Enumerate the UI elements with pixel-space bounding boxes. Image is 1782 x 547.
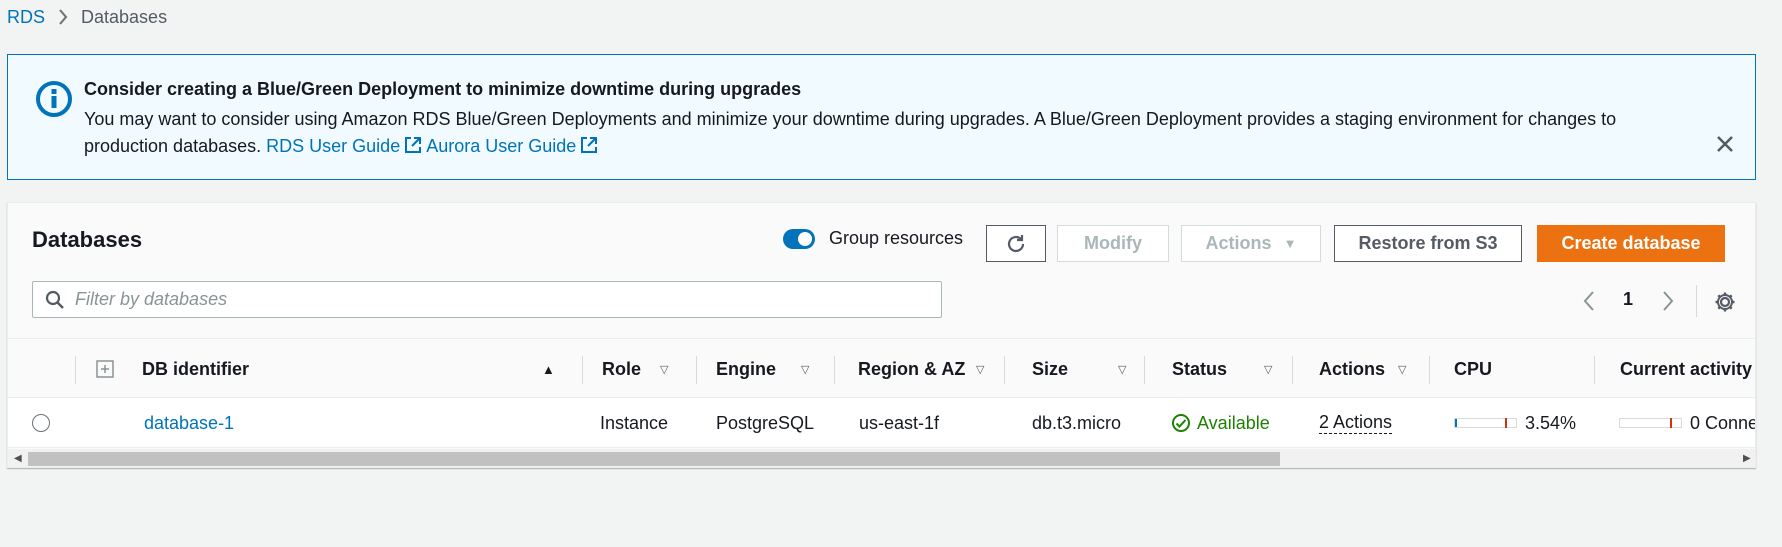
- aurora-user-guide-link[interactable]: Aurora User Guide: [426, 136, 602, 156]
- next-page-icon[interactable]: [1660, 289, 1676, 313]
- row-radio-button[interactable]: [32, 414, 50, 432]
- actions-label: Actions: [1205, 233, 1272, 253]
- table-row[interactable]: database-1 Instance PostgreSQL us-east-1…: [8, 398, 1755, 448]
- settings-gear-icon[interactable]: [1714, 291, 1736, 313]
- current-activity-cell: 0 Connec: [1619, 398, 1755, 448]
- chevron-right-icon: [45, 9, 81, 25]
- info-icon: [36, 81, 72, 117]
- role-header-label: Role: [602, 358, 642, 379]
- sort-icon[interactable]: ▽: [801, 363, 809, 376]
- status-header-label: Status: [1172, 358, 1228, 379]
- sort-ascending-icon[interactable]: ▲: [542, 362, 555, 377]
- column-header-status[interactable]: Status ▽: [1172, 339, 1282, 399]
- db-identifier-cell: database-1: [144, 398, 234, 448]
- breadcrumb-rds-link[interactable]: RDS: [7, 7, 45, 28]
- info-banner: Consider creating a Blue/Green Deploymen…: [7, 54, 1756, 180]
- row-actions-link[interactable]: 2 Actions: [1319, 412, 1393, 434]
- current-activity-header-label: Current activity: [1620, 358, 1753, 379]
- cpu-meter: [1454, 418, 1517, 428]
- panel-title: Databases: [32, 227, 143, 252]
- current-activity-value: 0 Connec: [1690, 412, 1755, 433]
- previous-page-icon[interactable]: [1581, 289, 1597, 313]
- banner-body: You may want to consider using Amazon RD…: [84, 106, 1644, 160]
- actions-cell: 2 Actions: [1319, 398, 1393, 448]
- check-circle-icon: [1172, 414, 1190, 432]
- sort-icon[interactable]: ▽: [1398, 363, 1406, 376]
- cpu-meter-fill: [1455, 419, 1457, 427]
- external-link-icon: [581, 137, 598, 153]
- page-number[interactable]: 1: [1623, 289, 1633, 310]
- table-header: DB identifier ▲ Role ▽ Engine ▽ Region &…: [8, 338, 1755, 399]
- db-identifier-link[interactable]: database-1: [144, 413, 234, 434]
- toggle-switch[interactable]: [783, 228, 815, 249]
- sort-icon[interactable]: ▽: [976, 363, 984, 376]
- status-badge: Available: [1171, 413, 1270, 434]
- region-cell: us-east-1f: [859, 412, 940, 433]
- create-database-button[interactable]: Create database: [1537, 225, 1725, 262]
- pager-divider: [1696, 285, 1697, 317]
- column-divider: [1429, 356, 1430, 384]
- column-header-size[interactable]: Size ▽: [1032, 339, 1132, 399]
- column-header-cpu[interactable]: CPU: [1454, 339, 1554, 399]
- horizontal-scrollbar[interactable]: ◀ ▶: [8, 449, 1755, 467]
- status-cell: Available: [1171, 398, 1270, 448]
- scroll-right-icon[interactable]: ▶: [1743, 453, 1751, 464]
- cpu-cell: 3.54%: [1454, 398, 1576, 448]
- modify-button[interactable]: Modify: [1057, 225, 1169, 262]
- caret-down-icon: ▼: [1283, 236, 1297, 251]
- column-divider: [696, 356, 697, 384]
- status-text: Available: [1197, 412, 1270, 433]
- size-cell: db.t3.micro: [1032, 412, 1122, 433]
- column-divider: [1594, 356, 1595, 384]
- search-box: [32, 281, 942, 318]
- refresh-button[interactable]: [986, 225, 1046, 262]
- engine-header-label: Engine: [716, 358, 777, 379]
- sort-icon[interactable]: ▽: [660, 363, 668, 376]
- column-divider: [1144, 356, 1145, 384]
- search-icon: [45, 290, 64, 309]
- role-cell: Instance: [600, 412, 669, 433]
- column-header-actions[interactable]: Actions ▽: [1319, 339, 1429, 399]
- scroll-left-icon[interactable]: ◀: [14, 453, 22, 464]
- size-header-label: Size: [1032, 358, 1069, 379]
- databases-panel: Databases Group resources Modify Actions…: [7, 202, 1756, 468]
- column-divider: [1292, 356, 1293, 384]
- column-divider: [1004, 356, 1005, 384]
- banner-title: Consider creating a Blue/Green Deploymen…: [84, 79, 802, 99]
- close-icon[interactable]: [1714, 133, 1736, 155]
- region-header-label: Region & AZ: [858, 358, 966, 379]
- filter-databases-input[interactable]: [75, 289, 915, 310]
- rds-user-guide-link[interactable]: RDS User Guide: [266, 136, 426, 156]
- breadcrumb: RDS Databases: [7, 5, 167, 29]
- sort-icon[interactable]: ▽: [1118, 363, 1126, 376]
- activity-meter: [1619, 418, 1682, 428]
- external-link-icon: [405, 137, 422, 153]
- group-resources-label: Group resources: [829, 228, 964, 248]
- group-resources-toggle[interactable]: Group resources: [783, 228, 963, 249]
- actions-header-label: Actions: [1319, 358, 1386, 379]
- cpu-value: 3.54%: [1525, 412, 1577, 433]
- column-divider: [75, 356, 76, 384]
- restore-from-s3-button[interactable]: Restore from S3: [1334, 225, 1522, 262]
- actions-dropdown-button[interactable]: Actions ▼: [1181, 225, 1321, 262]
- engine-cell: PostgreSQL: [716, 412, 815, 433]
- cpu-header-label: CPU: [1454, 358, 1493, 379]
- column-divider: [582, 356, 583, 384]
- refresh-icon: [1007, 234, 1025, 252]
- expand-all-icon[interactable]: [96, 360, 114, 378]
- column-header-current-activity[interactable]: Current activity: [1620, 339, 1755, 399]
- sort-icon[interactable]: ▽: [1264, 363, 1272, 376]
- db-identifier-header-label: DB identifier: [142, 358, 250, 379]
- breadcrumb-current: Databases: [81, 6, 168, 27]
- column-header-db-identifier[interactable]: DB identifier ▲: [142, 339, 562, 399]
- row-select[interactable]: [32, 398, 50, 448]
- column-header-region-az[interactable]: Region & AZ ▽: [858, 339, 988, 399]
- activity-threshold-mark: [1670, 418, 1672, 428]
- cpu-threshold-mark: [1505, 418, 1507, 428]
- scrollbar-thumb[interactable]: [28, 452, 1280, 466]
- column-divider: [834, 356, 835, 384]
- column-header-engine[interactable]: Engine ▽: [716, 339, 836, 399]
- column-header-role[interactable]: Role ▽: [602, 339, 702, 399]
